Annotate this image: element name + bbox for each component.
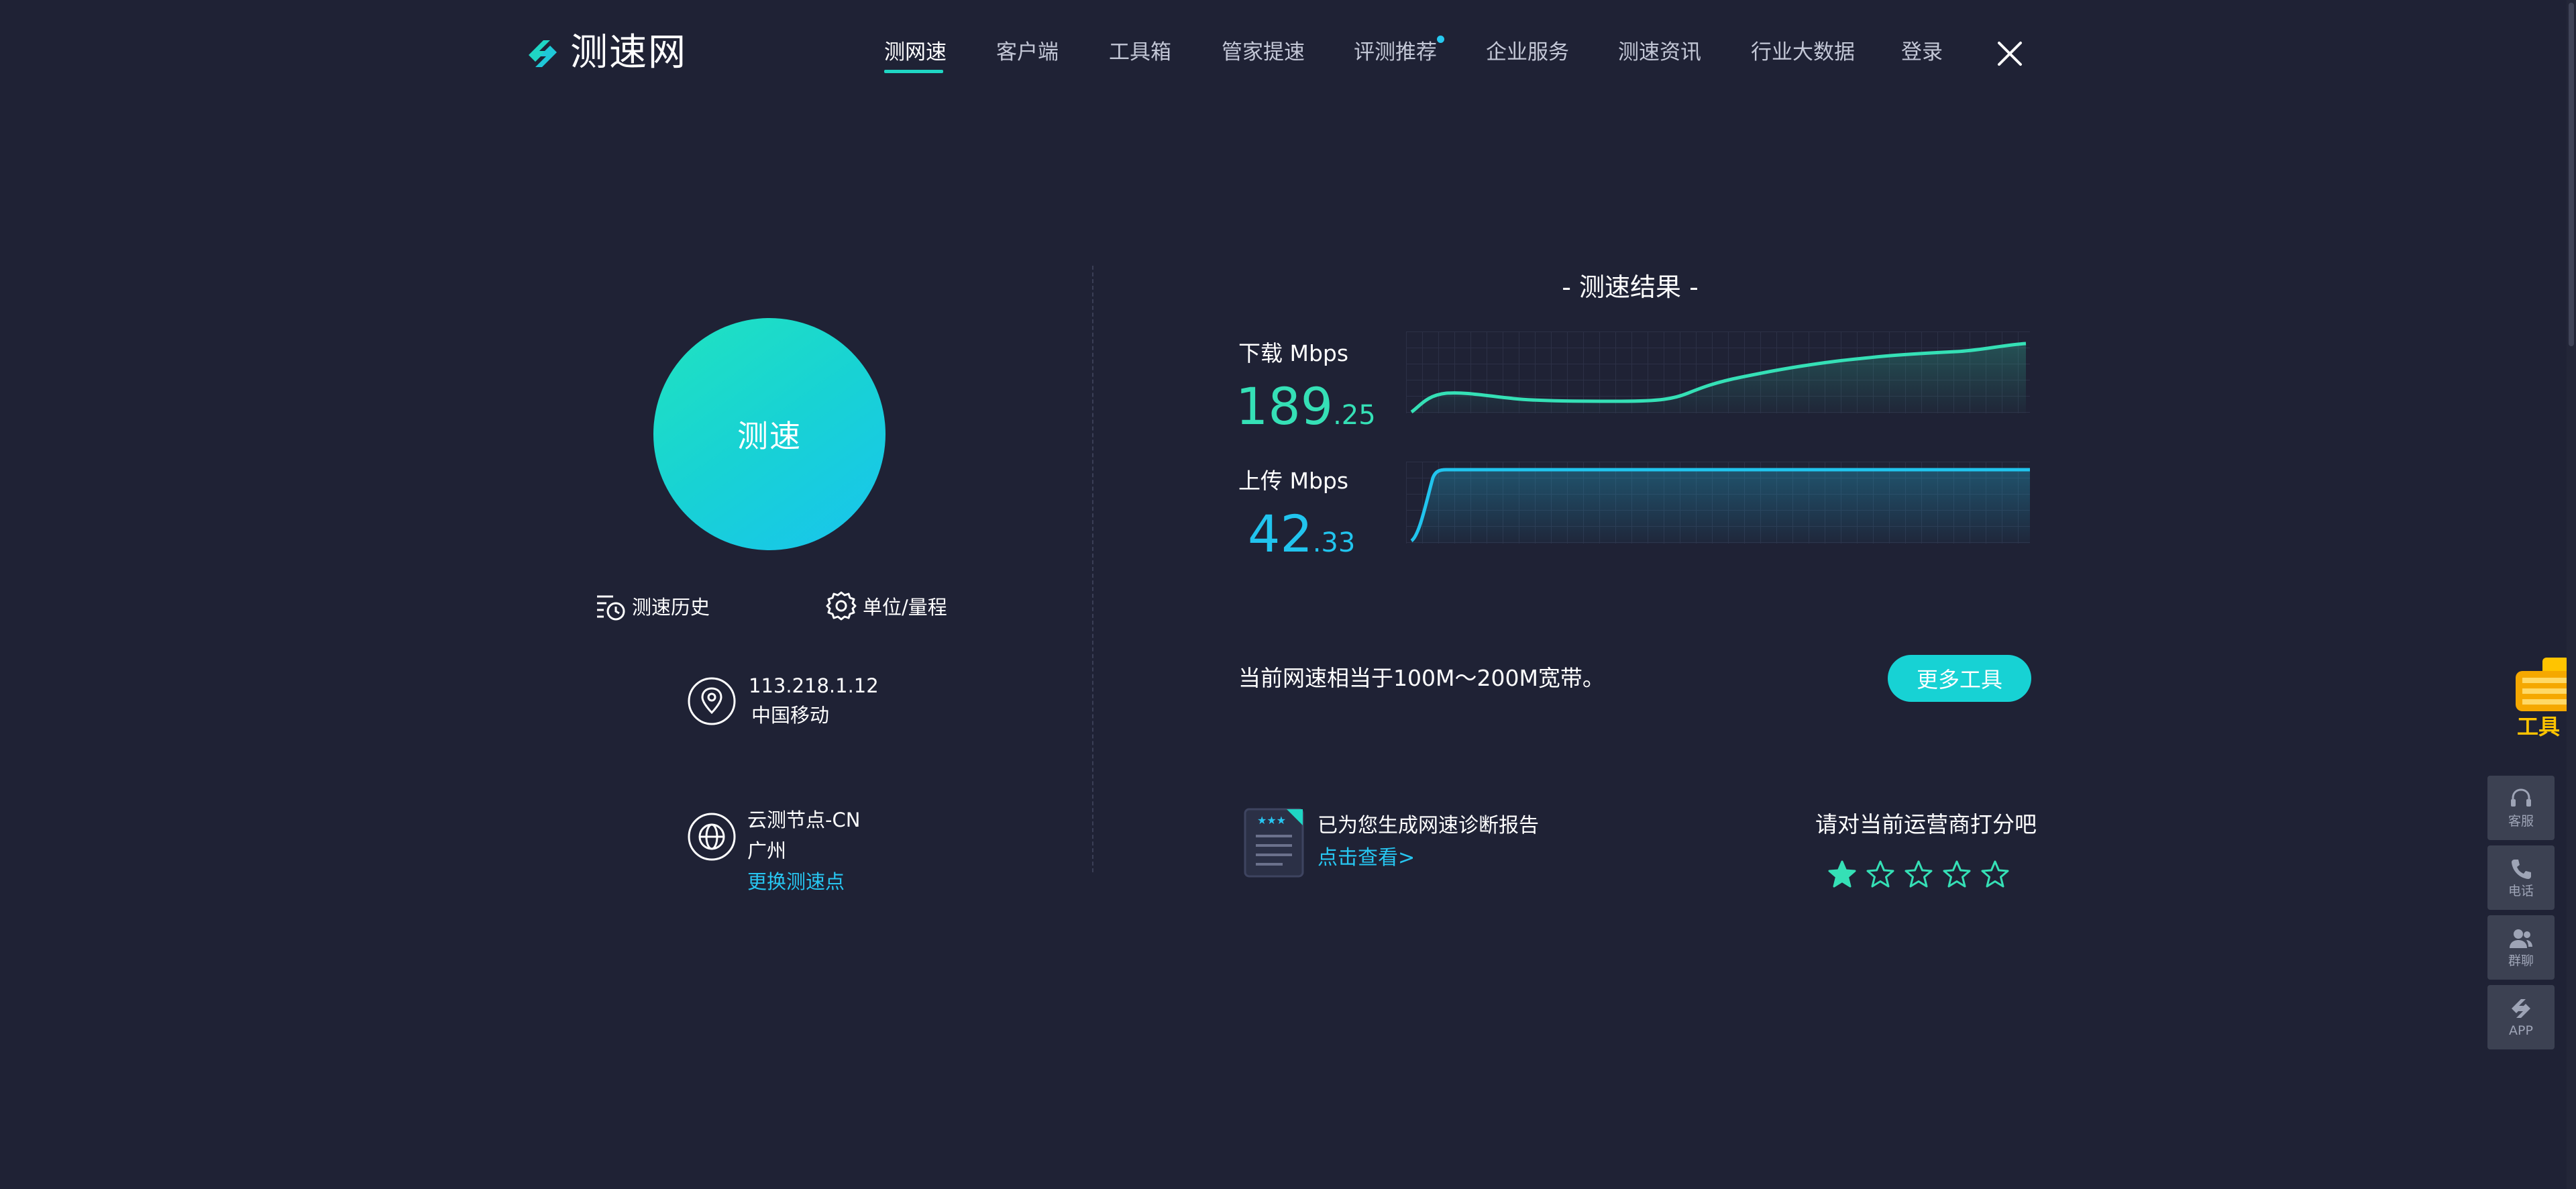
group-chat-icon <box>2510 929 2532 948</box>
headset-icon <box>2511 788 2531 807</box>
history-label: 测速历史 <box>632 596 710 619</box>
node-city: 广州 <box>747 839 787 862</box>
start-speedtest-button[interactable]: 测速 <box>653 318 885 550</box>
phone-icon <box>2512 860 2531 879</box>
toolbox-label[interactable]: 工具 <box>2517 710 2560 741</box>
rate-isp-label: 请对当前运营商打分吧 <box>1815 811 2037 837</box>
star-empty-icon[interactable] <box>1902 859 1935 891</box>
history-icon <box>597 595 625 621</box>
download-speed: 189.25 <box>1236 373 1376 454</box>
view-report-link[interactable]: 点击查看> <box>1318 843 1415 874</box>
customer-service-label: 客服 <box>2508 814 2534 829</box>
app-download-label: APP <box>2509 1023 2533 1038</box>
node-name: 云测节点-CN <box>747 809 861 831</box>
more-tools-label: 更多工具 <box>1916 667 2002 692</box>
more-tools-button[interactable]: 更多工具 <box>1888 655 2031 702</box>
phone-label: 电话 <box>2508 884 2534 898</box>
nav-speedtest[interactable]: 测网速 <box>884 36 947 68</box>
change-node-link[interactable]: 更换测速点 <box>747 867 845 896</box>
download-speed-dec: .25 <box>1333 400 1376 431</box>
download-speed-int: 189 <box>1236 376 1334 436</box>
group-chat-button[interactable]: 群聊 <box>2487 915 2555 980</box>
group-chat-label: 群聊 <box>2508 953 2534 968</box>
download-label: 下载 Mbps <box>1238 340 1349 366</box>
rating-stars[interactable] <box>1826 859 2017 894</box>
nav-industry-data[interactable]: 行业大数据 <box>1751 36 1855 68</box>
close-icon[interactable] <box>1995 39 2025 68</box>
unit-settings-label: 单位/量程 <box>863 596 947 619</box>
upload-speed-dec: .33 <box>1312 527 1356 558</box>
app-download-button[interactable]: APP <box>2487 985 2555 1049</box>
isp-name: 中国移动 <box>751 704 830 727</box>
column-divider <box>1092 266 1093 872</box>
broadband-equivalent-text: 当前网速相当于100M～200M宽带。 <box>1238 665 1605 691</box>
ip-address: 113.218.1.12 <box>749 674 879 697</box>
upload-speed: 42.33 <box>1248 501 1355 582</box>
globe-icon <box>688 813 736 861</box>
result-title: - 测速结果 - <box>1562 272 1699 302</box>
download-chart <box>1406 331 2030 413</box>
star-filled-icon[interactable] <box>1826 859 1858 891</box>
location-icon <box>688 677 736 725</box>
nav-active-underline <box>884 70 943 73</box>
upload-speed-int: 42 <box>1248 504 1313 564</box>
report-generated-text: 已为您生成网速诊断报告 <box>1318 814 1539 837</box>
nav-reviews[interactable]: 评测推荐 <box>1354 36 1437 68</box>
history-button[interactable]: 测速历史 <box>594 588 710 624</box>
upload-label: 上传 Mbps <box>1238 468 1349 494</box>
logo-text[interactable]: 测速网 <box>570 28 687 78</box>
customer-service-button[interactable]: 客服 <box>2487 776 2555 840</box>
star-empty-icon[interactable] <box>1979 859 2011 891</box>
unit-settings-button[interactable]: 单位/量程 <box>825 588 947 624</box>
app-logo-icon <box>2512 999 2530 1018</box>
nav-client[interactable]: 客户端 <box>996 36 1059 68</box>
nav-toolbox[interactable]: 工具箱 <box>1109 36 1171 68</box>
star-empty-icon[interactable] <box>1941 859 1973 891</box>
gear-icon <box>826 591 857 621</box>
nav-boost[interactable]: 管家提速 <box>1222 36 1305 68</box>
speedtest-page: 测速网 测网速 客户端 工具箱 管家提速 评测推荐 企业服务 测速资讯 行业大数… <box>0 0 2576 1189</box>
star-empty-icon[interactable] <box>1864 859 1896 891</box>
nav-enterprise[interactable]: 企业服务 <box>1486 36 1569 68</box>
report-icon[interactable]: ★★★ <box>1242 807 1307 879</box>
logo-icon[interactable] <box>523 35 562 72</box>
nav-new-dot <box>1437 36 1444 43</box>
svg-text:★★★: ★★★ <box>1257 814 1286 827</box>
phone-button[interactable]: 电话 <box>2487 845 2555 910</box>
upload-chart <box>1406 462 2030 544</box>
nav-news[interactable]: 测速资讯 <box>1618 36 1701 68</box>
start-speedtest-label: 测速 <box>737 418 802 454</box>
nav-login[interactable]: 登录 <box>1901 36 1943 68</box>
scrollbar-thumb[interactable] <box>2569 3 2574 346</box>
